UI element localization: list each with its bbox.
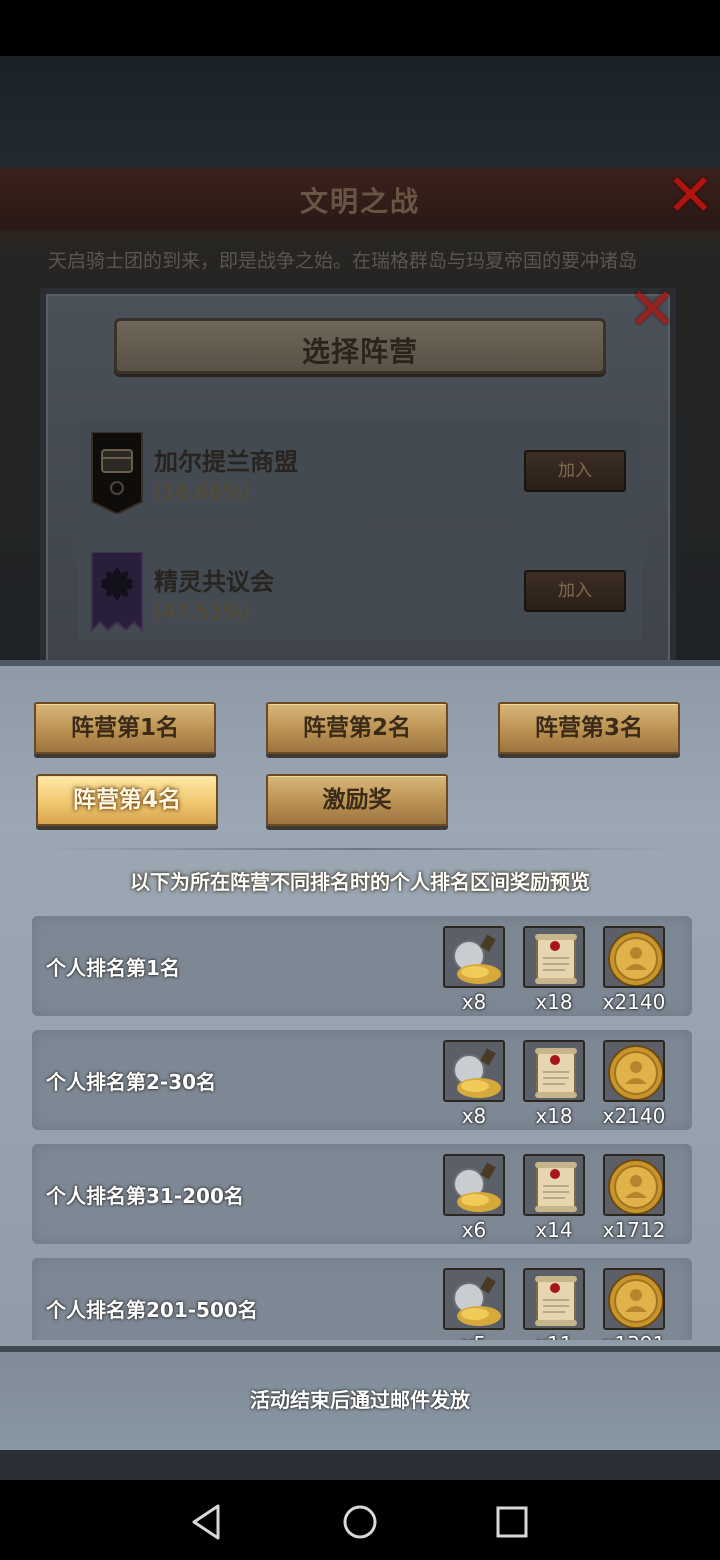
item-count: x2140: [602, 990, 666, 1014]
item-count: x5: [429, 1332, 519, 1340]
divider: [36, 848, 684, 850]
item-count: x6: [461, 1218, 487, 1242]
faction-name: 精灵共议会: [154, 568, 274, 596]
scroll-icon[interactable]: [523, 1154, 585, 1216]
rank-reward-row: 个人排名第2-30名 x8 x18 x2140: [32, 1030, 692, 1130]
faction-row: 加尔提兰商盟 (16.66%) 加入: [78, 422, 642, 520]
scroll-icon[interactable]: [523, 1268, 585, 1330]
event-title: 文明之战: [299, 185, 420, 218]
mail-delivery-note: 活动结束后通过邮件发放: [250, 1388, 470, 1412]
event-description: 天启骑士团的到来，即是战争之始。在瑞格群岛与玛夏帝国的要冲诸岛: [48, 250, 638, 272]
faction-name: 加尔提兰商盟: [154, 448, 298, 476]
close-event-icon[interactable]: ✕: [666, 166, 715, 224]
gold-coin-icon[interactable]: [603, 926, 665, 988]
gold-potion-icon[interactable]: [443, 926, 505, 988]
faction-dialog-title: 选择阵营: [301, 335, 418, 368]
gold-coin-icon[interactable]: [603, 1040, 665, 1102]
close-faction-icon[interactable]: ✕: [628, 280, 677, 338]
chest-banner-icon: [91, 432, 143, 514]
rank-label: 个人排名第1名: [46, 956, 180, 980]
rank-label: 个人排名第2-30名: [46, 1070, 217, 1094]
item-count: x8: [461, 1104, 487, 1128]
item-count: x8: [461, 990, 487, 1014]
recents-icon[interactable]: [490, 1500, 534, 1544]
rank-label: 个人排名第31-200名: [46, 1184, 244, 1208]
join-button[interactable]: 加入: [524, 570, 626, 612]
item-count: x2140: [602, 1104, 666, 1128]
gold-coin-icon[interactable]: [603, 1154, 665, 1216]
tab-faction-rank-1[interactable]: 阵营第1名: [34, 702, 216, 754]
faction-percent: (16.66%): [154, 480, 251, 504]
item-count: x1712: [602, 1218, 666, 1242]
leaf-banner-icon: [91, 552, 143, 633]
tab-faction-rank-4[interactable]: 阵营第4名: [36, 774, 218, 826]
rank-reward-row: 个人排名第201-500名 x5 x11 x1391: [32, 1258, 692, 1340]
tab-incentive-reward[interactable]: 激励奖: [266, 774, 448, 826]
item-count: x11: [509, 1332, 599, 1340]
rank-label: 个人排名第201-500名: [46, 1298, 258, 1322]
rank-reward-row: 个人排名第31-200名 x6 x14 x1712: [32, 1144, 692, 1244]
back-icon[interactable]: [184, 1500, 228, 1544]
gold-potion-icon[interactable]: [443, 1040, 505, 1102]
item-count: x1391: [589, 1332, 679, 1340]
rank-reward-row: 个人排名第1名 x8 x18 x2140: [32, 916, 692, 1016]
gold-coin-icon[interactable]: [603, 1268, 665, 1330]
faction-percent: (47.53%): [154, 600, 251, 624]
join-button[interactable]: 加入: [524, 450, 626, 492]
gold-potion-icon[interactable]: [443, 1268, 505, 1330]
item-count: x14: [535, 1218, 573, 1242]
scroll-icon[interactable]: [523, 926, 585, 988]
rank-reward-list[interactable]: 个人排名第1名 x8 x18 x2140 个人排名第2-30名 x8 x18 x…: [0, 908, 720, 1340]
faction-row: 精灵共议会 (47.53%) 加入: [78, 542, 642, 640]
item-count: x18: [535, 1104, 573, 1128]
scroll-icon[interactable]: [523, 1040, 585, 1102]
gold-potion-icon[interactable]: [443, 1154, 505, 1216]
item-count: x18: [535, 990, 573, 1014]
tab-faction-rank-3[interactable]: 阵营第3名: [498, 702, 680, 754]
reward-preview-note: 以下为所在阵营不同排名时的个人排名区间奖励预览: [130, 870, 590, 894]
home-icon[interactable]: [338, 1500, 382, 1544]
tab-faction-rank-2[interactable]: 阵营第2名: [266, 702, 448, 754]
status-bar: [0, 0, 720, 56]
